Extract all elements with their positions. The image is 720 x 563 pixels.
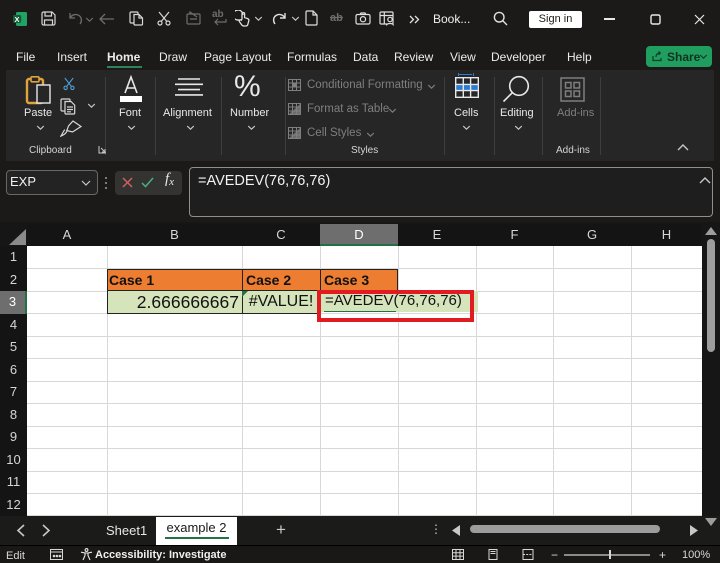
svg-text:X: X: [14, 15, 19, 24]
